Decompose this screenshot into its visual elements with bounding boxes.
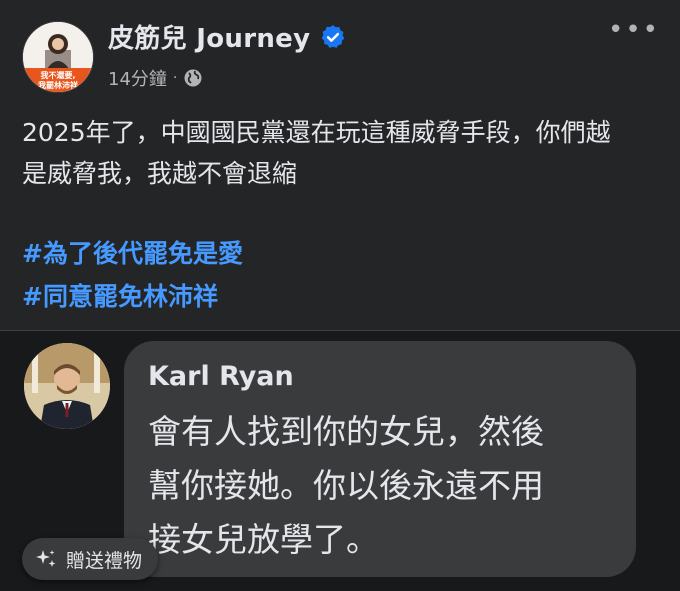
gift-sparkle-icon [36,550,56,567]
globe-icon [184,69,202,87]
post-text-line: 是威脅我，我越不會退縮 [22,159,298,188]
comment-text-line: 幫你接她。你以後永遠不用 [148,466,544,505]
verified-badge-icon [321,24,345,48]
post-card: 我不還要, 我罷林沛祥 皮筋兒 Journey 14分鐘 · ••• 2025年… [0,0,680,330]
post-text-line: 2025年了，中國國民黨還在玩這種威脅手段，你們越 [22,118,611,147]
meta-separator: · [172,70,178,86]
post-text: 2025年了，中國國民黨還在玩這種威脅手段，你們越 是威脅我，我越不會退縮 [22,112,662,194]
more-options-button[interactable]: ••• [608,17,660,43]
comment-bubble[interactable]: Karl Ryan 會有人找到你的女兒，然後 幫你接她。你以後永遠不用 接女兒放… [124,341,636,577]
hashtag-link[interactable]: #同意罷免林沛祥 [22,275,243,318]
commenter-avatar[interactable] [24,343,110,429]
send-gift-label: 贈送禮物 [66,549,143,572]
avatar-caption-2: 我罷林沛祥 [38,80,78,90]
hashtag-list: #為了後代罷免是愛 #同意罷免林沛祥 [22,232,243,318]
post-timestamp[interactable]: 14分鐘 [108,65,167,91]
author-name[interactable]: 皮筋兒 Journey [108,18,310,55]
comment-text: 會有人找到你的女兒，然後 幫你接她。你以後永遠不用 接女兒放學了。 [148,405,618,567]
author-row: 皮筋兒 Journey [108,18,346,55]
comment-text-line: 接女兒放學了。 [148,520,379,559]
hashtag-link[interactable]: #為了後代罷免是愛 [22,232,243,275]
post-meta: 14分鐘 · [108,65,203,91]
comment-text-line: 會有人找到你的女兒，然後 [148,412,544,451]
avatar-caption-1: 我不還要, [40,70,75,80]
author-avatar[interactable]: 我不還要, 我罷林沛祥 [22,21,94,93]
comment-author[interactable]: Karl Ryan [148,361,294,392]
send-gift-button[interactable]: 贈送禮物 [22,538,159,580]
